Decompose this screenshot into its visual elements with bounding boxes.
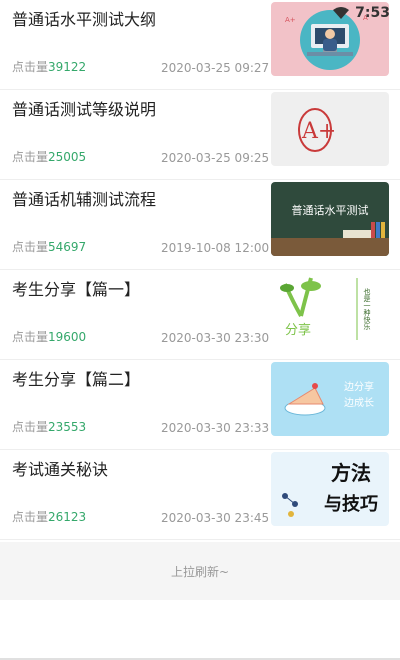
thumb-caption: 方法	[331, 461, 371, 485]
article-item[interactable]: 普通话机辅测试流程 点击量54697 2019-10-08 12:00 普通话水…	[0, 180, 400, 270]
article-thumbnail: 分享 也是一种快乐	[271, 272, 389, 346]
article-list: 普通话水平测试大纲 点击量39122 2020-03-25 09:27 A+ A…	[0, 0, 400, 540]
article-title: 普通话机辅测试流程	[12, 190, 157, 209]
article-item[interactable]: 考生分享【篇一】 点击量19600 2020-03-30 23:30 分享 也是…	[0, 270, 400, 360]
article-item[interactable]: 考生分享【篇二】 点击量23553 2020-03-30 23:33 边分享 边…	[0, 360, 400, 450]
article-title: 考试通关秘诀	[12, 460, 109, 479]
click-count: 点击量39122	[12, 60, 87, 74]
thumb-caption: 普通话水平测试	[292, 203, 369, 217]
click-count: 点击量25005	[12, 150, 87, 164]
thumb-grade-text: A+	[301, 119, 336, 144]
click-count: 点击量19600	[12, 330, 87, 344]
thumb-caption-2: 与技巧	[324, 493, 378, 515]
wifi-icon	[333, 7, 350, 19]
click-count: 点击量54697	[12, 240, 87, 254]
thumb-caption: 分享	[285, 322, 311, 338]
thumb-caption-2: 边成长	[344, 397, 374, 409]
article-date: 2019-10-08 12:00	[161, 241, 270, 255]
article-thumbnail: A+	[271, 92, 389, 166]
article-item[interactable]: 普通话测试等级说明 点击量25005 2020-03-25 09:25 A+	[0, 90, 400, 180]
article-title: 考生分享【篇一】	[12, 280, 141, 299]
click-count: 点击量23553	[12, 420, 87, 434]
article-date: 2020-03-25 09:25	[161, 151, 270, 165]
pull-to-refresh[interactable]: 上拉刷新~	[0, 542, 400, 600]
click-count: 点击量26123	[12, 510, 87, 524]
article-item[interactable]: 考试通关秘诀 点击量26123 2020-03-30 23:45 方法 与技巧	[0, 450, 400, 540]
article-title: 普通话测试等级说明	[12, 100, 157, 119]
thumb-caption: 边分享	[344, 380, 374, 393]
article-date: 2020-03-30 23:45	[161, 511, 270, 525]
article-thumbnail: 方法 与技巧	[271, 452, 389, 526]
article-date: 2020-03-30 23:30	[161, 331, 270, 345]
article-thumbnail: 普通话水平测试	[271, 182, 389, 256]
article-date: 2020-03-25 09:27	[161, 61, 270, 75]
status-time: 7:53	[355, 5, 390, 21]
thumb-caption-vertical: 也是一种快乐	[363, 287, 371, 330]
article-title: 考生分享【篇二】	[12, 370, 141, 389]
status-bar: 7:53	[260, 0, 400, 26]
article-date: 2020-03-30 23:33	[161, 421, 270, 435]
article-thumbnail: 边分享 边成长	[271, 362, 389, 436]
article-title: 普通话水平测试大纲	[12, 10, 157, 29]
